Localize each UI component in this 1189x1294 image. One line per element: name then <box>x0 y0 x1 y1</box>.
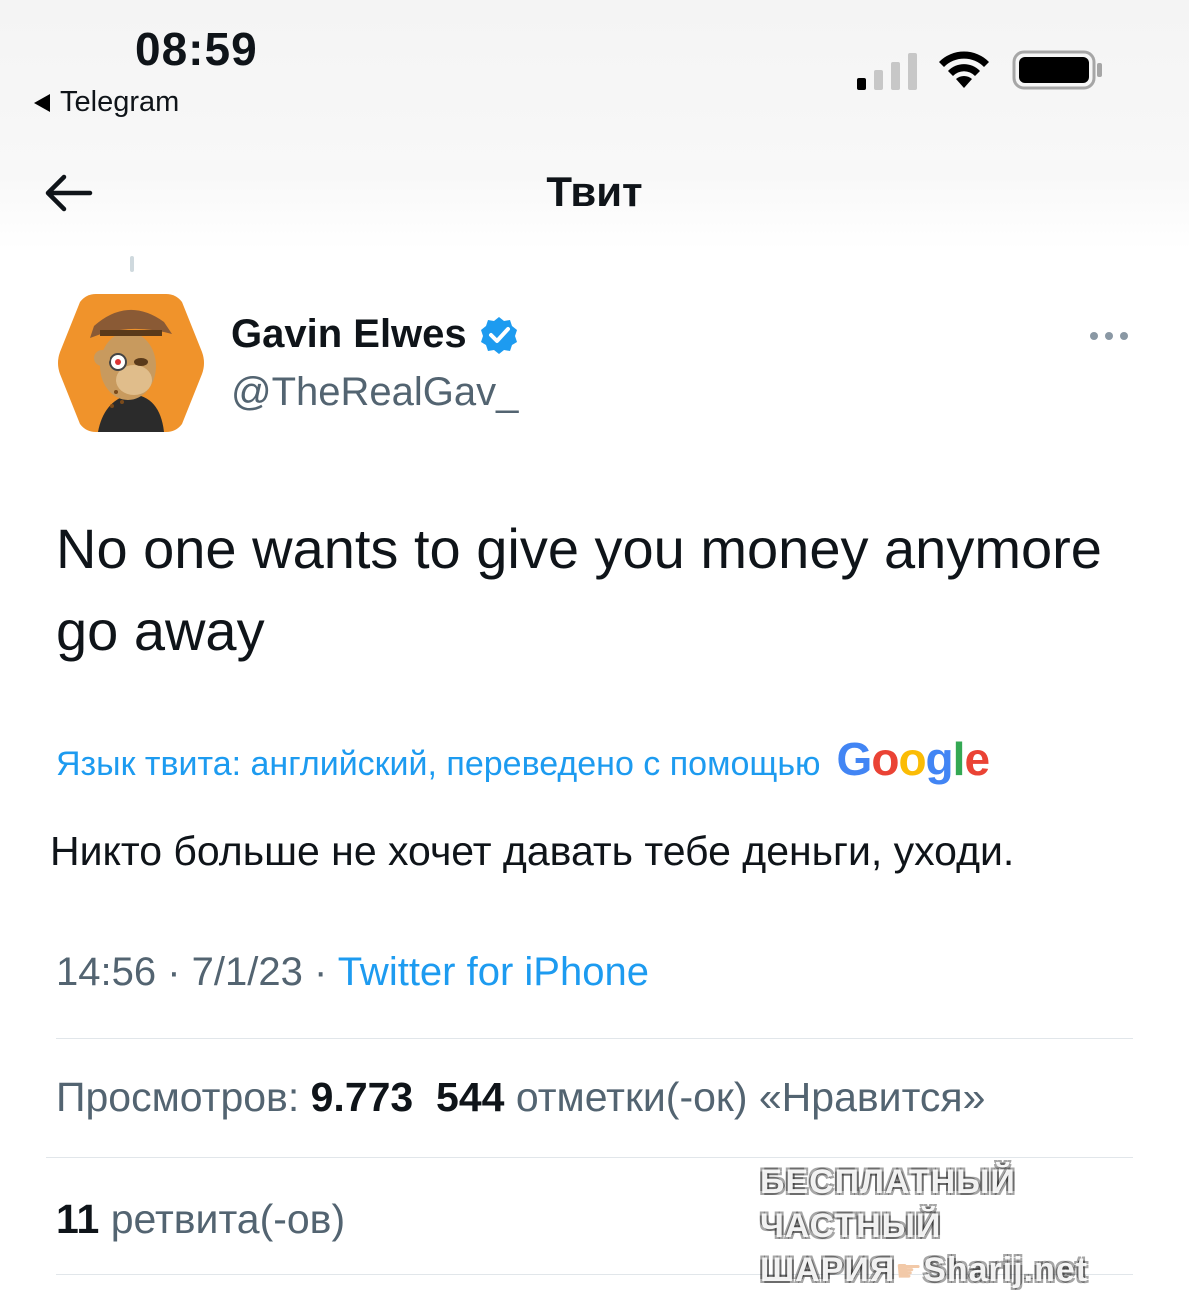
meta-separator: · <box>302 950 338 994</box>
watermark: БЕСПЛАТНЫЙ ЧАСТНЫЙ ШАРИЯ☛Sharij.net <box>760 1160 1170 1294</box>
pointing-hand-icon: ☛ <box>895 1255 924 1288</box>
views-label: Просмотров: <box>56 1074 300 1120</box>
tweet-text: No one wants to give you money anymore g… <box>56 517 1102 662</box>
status-time: 08:59 <box>135 23 258 75</box>
author-handle[interactable]: @TheRealGav_ <box>231 370 518 415</box>
tweet-meta: 14:56 · 7/1/23 · Twitter for iPhone <box>56 950 649 995</box>
translated-text: Никто больше не хочет давать тебе деньги… <box>50 828 1015 874</box>
tweet-date: 7/1/23 <box>191 950 303 994</box>
tweet-source-link[interactable]: Twitter for iPhone <box>338 950 649 994</box>
back-app-label: Telegram <box>60 86 180 118</box>
tweet-time: 14:56 <box>56 950 157 994</box>
thread-connector <box>130 256 134 272</box>
meta-separator: · <box>156 950 192 994</box>
likes-count[interactable]: 544 <box>436 1074 504 1120</box>
cellular-signal-icon <box>857 53 917 90</box>
wifi-icon <box>939 51 989 88</box>
likes-label[interactable]: отметки(-ок) «Нравится» <box>516 1074 986 1120</box>
translation-attribution[interactable]: Язык твита: английский, переведено с пом… <box>56 732 990 786</box>
author-name[interactable]: Gavin Elwes <box>231 312 467 357</box>
watermark-right: Sharij.net <box>923 1251 1089 1289</box>
more-dots-icon[interactable] <box>1088 326 1130 346</box>
divider <box>56 1038 1133 1039</box>
back-triangle-icon <box>34 93 50 112</box>
retweets-label[interactable]: ретвита(-ов) <box>111 1196 345 1242</box>
back-to-app-button[interactable]: Telegram <box>34 86 179 119</box>
author-name-row[interactable]: Gavin Elwes <box>231 312 519 357</box>
divider <box>46 1157 1133 1158</box>
page-title: Твит <box>546 168 643 215</box>
avatar[interactable] <box>56 292 206 434</box>
translation-label[interactable]: Язык твита: английский, переведено с пом… <box>56 745 821 784</box>
retweets-link[interactable]: 11 ретвита(-ов) <box>56 1196 345 1243</box>
views-count: 9.773 <box>310 1074 414 1120</box>
google-logo: Google <box>836 733 990 785</box>
watermark-line2: ШАРИЯ☛Sharij.net <box>760 1248 1170 1294</box>
verified-badge-icon <box>480 316 517 354</box>
stats-row: Просмотров: 9.773 544 отметки(-ок) «Нрав… <box>56 1074 985 1121</box>
retweets-count[interactable]: 11 <box>56 1196 99 1242</box>
watermark-line1: БЕСПЛАТНЫЙ ЧАСТНЫЙ <box>760 1163 1016 1245</box>
watermark-left: ШАРИЯ <box>760 1251 896 1289</box>
likes-link[interactable]: 544 отметки(-ок) «Нравится» <box>436 1074 985 1120</box>
battery-icon <box>1012 50 1102 90</box>
